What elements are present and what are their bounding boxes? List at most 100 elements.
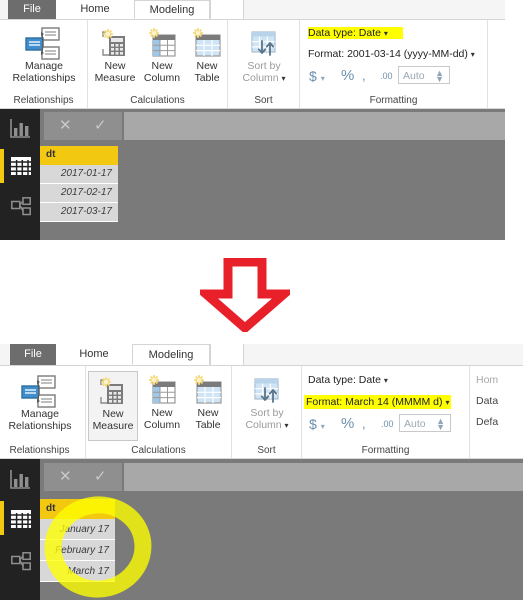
data-type-control[interactable]: Data type: Date ▾ [308,374,388,386]
accept-check-icon[interactable]: ✓ [94,118,107,133]
tab-modeling[interactable]: Modeling [134,0,210,19]
ribbon-group-label-formatting: Formatting [361,445,410,456]
nav-rail-before [0,109,40,240]
data-type-label: Data type: Date [308,27,381,39]
decimal-places-stepper[interactable]: Auto ▲ ▼ [398,66,450,84]
ribbon-group-calculations: New Measure New Column New Table Calcula… [86,366,232,458]
new-measure-button[interactable]: New Measure [88,371,138,441]
formula-input-before[interactable] [124,112,505,140]
table-row[interactable]: January 17 [40,519,115,540]
new-table-button[interactable]: New Table [186,371,230,441]
data-type-caret-icon[interactable]: ▾ [384,376,388,385]
tab-overflow [210,344,244,365]
manage-relationships-button[interactable]: Manage Relationships [0,372,80,440]
ribbon-after: Manage Relationships Relationships New M… [0,366,523,459]
new-measure-label-2: Measure [94,71,136,84]
cancel-x-icon[interactable]: ✕ [59,469,72,484]
accept-check-icon[interactable]: ✓ [94,469,107,484]
sidebar-item-model-view[interactable] [0,543,40,577]
ribbon-group-sort: Sort by Column ▾ Sort [232,366,302,458]
ribbon-group-label-relationships: Relationships [9,445,70,456]
sidebar-item-report-view[interactable] [0,461,40,495]
table-row[interactable]: 2017-01-17 [40,165,118,184]
sort-by-column-label-2: Column ▾ [245,418,289,431]
tab-file[interactable]: File [10,344,56,365]
ribbon-group-label-calculations: Calculations [131,445,186,456]
format-label: Format: March 14 (MMMM d) [306,396,443,408]
sidebar-item-data-view[interactable] [0,149,40,183]
manage-relationships-label-2: Relationships [12,71,76,84]
manage-relationships-icon [18,375,62,409]
table-row[interactable]: February 17 [40,540,115,561]
format-control[interactable]: Format: 2001-03-14 (yyyy-MM-dd) ▾ [308,48,475,60]
thousands-separator-button[interactable]: , [362,68,366,83]
ribbon-group-label-sort: Sort [257,445,276,456]
tab-modeling[interactable]: Modeling [132,344,210,365]
ribbon-group-label-relationships: Relationships [13,95,74,106]
sidebar-item-model-view[interactable] [0,189,40,223]
data-type-control[interactable]: Data type: Date ▾ [308,27,403,39]
new-table-button[interactable]: New Table [186,24,228,90]
currency-button[interactable]: $ ▾ [309,68,325,84]
properties-row-2[interactable]: Data [476,395,498,407]
format-caret-icon[interactable]: ▾ [471,50,475,59]
sort-by-column-caret-icon[interactable]: ▾ [282,74,286,83]
manage-relationships-button[interactable]: Manage Relationships [6,24,82,90]
ribbon-group-relationships: Manage Relationships Relationships [0,366,86,458]
table-row[interactable]: 2017-02-17 [40,184,118,203]
new-measure-button[interactable]: New Measure [90,24,140,90]
data-type-caret-icon[interactable]: ▾ [384,29,388,38]
sort-by-column-caret-icon[interactable]: ▾ [285,421,289,430]
new-measure-label-1: New [104,60,126,72]
relationship-model-icon [11,197,31,216]
page-root: File Home Modeling Manage Relationships … [0,0,523,600]
format-label: Format: 2001-03-14 (yyyy-MM-dd) [308,48,468,60]
table-row[interactable]: March 17 [40,561,115,582]
currency-caret-icon[interactable]: ▾ [321,74,325,83]
new-measure-label-2: Measure [92,419,134,432]
sort-by-column-button[interactable]: Sort by Column ▾ [235,371,299,441]
ribbon-group-label-formatting: Formatting [369,95,418,106]
tab-home[interactable]: Home [56,344,132,365]
percent-button[interactable]: % [341,67,354,84]
new-column-button[interactable]: New Column [138,371,186,441]
tab-home[interactable]: Home [56,0,134,19]
new-column-icon [145,374,179,408]
decimal-places-stepper[interactable]: Auto ▲ ▼ [399,414,451,432]
new-column-icon [145,27,179,61]
new-table-label-1: New [196,60,218,72]
percent-button[interactable]: % [341,415,354,432]
data-type-label: Data type: Date [308,374,381,386]
bar-chart-icon [10,118,31,138]
decimal-places-value: Auto [403,70,425,82]
sidebar-item-report-view[interactable] [0,111,40,145]
cancel-x-icon[interactable]: ✕ [59,118,72,133]
tab-file[interactable]: File [8,0,56,19]
table-row[interactable]: 2017-03-17 [40,203,118,222]
stepper-down-icon[interactable]: ▼ [436,423,445,432]
column-header-dt[interactable]: dt [40,146,118,165]
sort-by-column-icon [247,27,281,61]
new-column-button[interactable]: New Column [138,24,186,90]
ribbon-group-properties-clipped: Hom Data Defa [470,366,523,458]
format-control[interactable]: Format: March 14 (MMMM d) ▾ [304,395,452,409]
currency-button[interactable]: $ ▾ [309,416,325,432]
decimal-places-button[interactable]: .00 [381,419,394,429]
new-table-icon [191,374,225,408]
ribbon-group-formatting: Data type: Date ▾ Format: March 14 (MMMM… [302,366,470,458]
table-grid-icon [11,157,31,175]
sort-by-column-label-2: Column ▾ [242,71,286,84]
properties-row-3[interactable]: Defa [476,416,498,428]
decimal-places-button[interactable]: .00 [380,71,393,81]
format-caret-icon[interactable]: ▾ [445,398,449,407]
currency-caret-icon[interactable]: ▾ [321,422,325,431]
thousands-separator-button[interactable]: , [362,416,366,431]
sort-by-column-button[interactable]: Sort by Column ▾ [232,24,296,90]
sidebar-item-data-view[interactable] [0,501,40,535]
formula-bar-buttons-after: ✕ ✓ [44,463,122,491]
ribbon-before: Manage Relationships Relationships New M… [0,20,505,109]
formula-input-after[interactable] [124,463,523,491]
new-table-label-1: New [197,407,219,419]
stepper-down-icon[interactable]: ▼ [435,75,444,84]
column-header-dt[interactable]: dt [40,499,115,519]
